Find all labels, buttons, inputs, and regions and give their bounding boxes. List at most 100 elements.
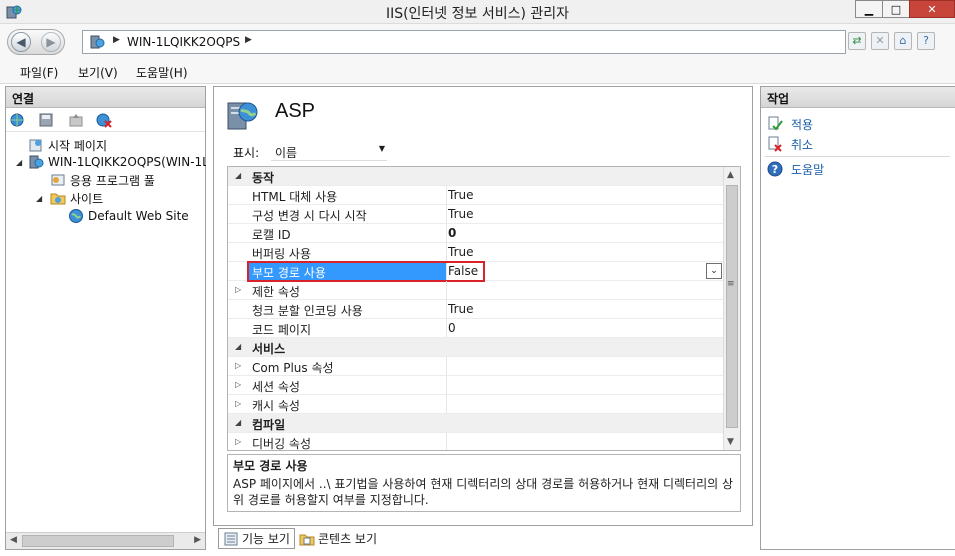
grid-category-row[interactable]: ◢ 컴파일 — [228, 414, 725, 433]
disconnect-icon[interactable] — [96, 112, 112, 128]
grip-icon: ≡ — [727, 279, 735, 289]
scroll-thumb[interactable] — [22, 535, 174, 547]
value-dropdown-button[interactable]: ⌄ — [706, 263, 722, 279]
tree-label: 사이트 — [70, 191, 104, 206]
column-divider — [446, 281, 447, 299]
grid-property-row[interactable]: ▷ 캐시 속성 — [228, 395, 725, 414]
scroll-down-icon[interactable]: ▼ — [727, 437, 734, 447]
collapse-icon[interactable]: ◢ — [235, 171, 241, 180]
expand-icon[interactable]: ▷ — [235, 285, 241, 294]
menu-help[interactable]: 도움말(H) — [136, 64, 188, 81]
grid-category-row[interactable]: ◢ 동작 — [228, 167, 725, 186]
expand-icon[interactable]: ▷ — [235, 380, 241, 389]
start-page-icon — [29, 139, 42, 152]
refresh-icon[interactable]: ⇄ — [848, 32, 866, 50]
collapse-icon[interactable]: ◢ — [235, 418, 241, 427]
tree-start-page[interactable]: 시작 페이지 — [28, 136, 107, 154]
menu-bar: 파일(F) 보기(V) 도움말(H) — [0, 60, 955, 84]
grid-property-row[interactable]: 버퍼링 사용 True — [228, 243, 725, 262]
back-button[interactable]: ◀ — [11, 32, 31, 52]
connect-globe-icon[interactable] — [10, 112, 26, 128]
up-level-icon[interactable] — [68, 112, 84, 128]
grid-property-row[interactable]: 코드 페이지 0 — [228, 319, 725, 338]
property-name: 코드 페이지 — [252, 323, 312, 337]
nav-buttons: ◀ ▶ — [7, 29, 65, 55]
folder-icon — [50, 193, 66, 205]
tree-default-web-site[interactable]: Default Web Site — [68, 207, 189, 225]
property-value[interactable]: 0 — [448, 226, 456, 240]
tree-sites[interactable]: 사이트 — [50, 189, 103, 207]
maximize-button[interactable]: □ — [882, 0, 910, 18]
collapse-icon[interactable]: ◢ — [16, 158, 22, 167]
column-divider — [446, 186, 447, 204]
chevron-right-icon[interactable]: ▶ — [245, 35, 252, 45]
grid-property-row[interactable]: ▷ 세션 속성 — [228, 376, 725, 395]
column-divider — [446, 357, 447, 375]
tree-app-pools[interactable]: 응용 프로그램 풀 — [50, 171, 155, 189]
apply-check-icon — [768, 116, 783, 131]
grid-category-row[interactable]: ◢ 서비스 — [228, 338, 725, 357]
close-button[interactable]: ✕ — [909, 0, 955, 18]
expand-icon[interactable]: ▷ — [235, 399, 241, 408]
column-divider — [446, 224, 447, 242]
property-name: 구성 변경 시 다시 시작 — [252, 209, 367, 223]
dropdown-caret-icon: ▼ — [378, 144, 385, 153]
action-label[interactable]: 취소 — [791, 136, 813, 153]
scroll-up-icon[interactable]: ▲ — [727, 170, 734, 180]
save-icon[interactable] — [38, 112, 54, 128]
description-box: 부모 경로 사용 ASP 페이지에서 ..\ 표기법을 사용하여 현재 디렉터리… — [227, 454, 741, 512]
collapse-icon[interactable]: ◢ — [235, 342, 241, 351]
tree-server[interactable]: WIN-1LQIKK2OQPS(WIN-1LQ — [28, 153, 206, 171]
cancel-x-icon — [768, 136, 782, 152]
property-value[interactable]: 0 — [448, 321, 456, 335]
grid-property-row[interactable]: 로캘 ID 0 — [228, 224, 725, 243]
action-label[interactable]: 도움말 — [791, 161, 824, 178]
property-value[interactable]: True — [448, 207, 474, 221]
scroll-right-icon[interactable]: ▶ — [194, 535, 201, 545]
server-icon — [90, 35, 105, 49]
help-action[interactable]: ? 도움말 — [767, 160, 824, 178]
grid-property-row[interactable]: 부모 경로 사용 False ⌄ — [228, 261, 725, 282]
apply-action[interactable]: 적용 — [767, 115, 813, 133]
action-label[interactable]: 적용 — [791, 116, 813, 133]
property-value[interactable]: True — [448, 302, 474, 316]
tree-label: WIN-1LQIKK2OQPS(WIN-1LQ — [48, 155, 206, 169]
cancel-action[interactable]: 취소 — [767, 135, 813, 153]
menu-view[interactable]: 보기(V) — [78, 64, 118, 81]
scroll-thumb[interactable] — [726, 185, 738, 428]
tab-label: 콘텐츠 보기 — [318, 532, 378, 546]
help-icon[interactable]: ? — [917, 32, 935, 50]
home-icon[interactable]: ⌂ — [894, 32, 912, 50]
grid-property-row[interactable]: HTML 대체 사용 True — [228, 186, 725, 205]
minimize-button[interactable]: ▁ — [855, 0, 883, 18]
grid-property-row[interactable]: 구성 변경 시 다시 시작 True — [228, 205, 725, 224]
address-path[interactable]: WIN-1LQIKK2OQPS — [127, 35, 240, 49]
vertical-scrollbar[interactable]: ▲ ≡ ▼ — [723, 167, 740, 450]
scroll-left-icon[interactable]: ◀ — [10, 535, 17, 545]
tab-content-view[interactable]: 콘텐츠 보기 — [295, 528, 381, 549]
content-view-icon — [299, 534, 315, 545]
address-bar[interactable]: ▶ WIN-1LQIKK2OQPS ▶ — [82, 30, 846, 54]
horizontal-scrollbar[interactable]: ◀ ▶ — [6, 532, 205, 549]
collapse-icon[interactable]: ◢ — [36, 194, 42, 203]
grid-property-row[interactable]: ▷ 제한 속성 — [228, 281, 725, 300]
description-title: 부모 경로 사용 — [233, 459, 308, 473]
tab-label: 기능 보기 — [242, 532, 290, 546]
property-value[interactable]: True — [448, 245, 474, 259]
tree-label: 시작 페이지 — [48, 138, 108, 153]
stop-icon[interactable]: ✕ — [871, 32, 889, 50]
expand-icon[interactable]: ▷ — [235, 361, 241, 370]
menu-file[interactable]: 파일(F) — [20, 64, 58, 81]
forward-button[interactable]: ▶ — [41, 32, 61, 52]
grid-property-row[interactable]: ▷ Com Plus 속성 — [228, 357, 725, 376]
property-value[interactable]: True — [448, 188, 474, 202]
tab-features-view[interactable]: 기능 보기 — [218, 528, 295, 549]
expand-icon[interactable]: ▷ — [235, 437, 241, 446]
feature-panel: ASP 표시: 이름 ▼ ◢ 동작 HTML 대체 사용 True 구성 변경 시 다시… — [213, 86, 753, 526]
grid-property-row[interactable]: ▷ 디버깅 속성 — [228, 433, 725, 450]
window-title: IIS(인터넷 정보 서비스) 관리자 — [385, 6, 570, 22]
display-select[interactable]: 이름 ▼ — [271, 142, 387, 161]
title-bar: IIS(인터넷 정보 서비스) 관리자 ▁ □ ✕ — [0, 0, 955, 24]
grid-property-row[interactable]: 청크 분할 인코딩 사용 True — [228, 300, 725, 319]
column-divider — [446, 376, 447, 394]
